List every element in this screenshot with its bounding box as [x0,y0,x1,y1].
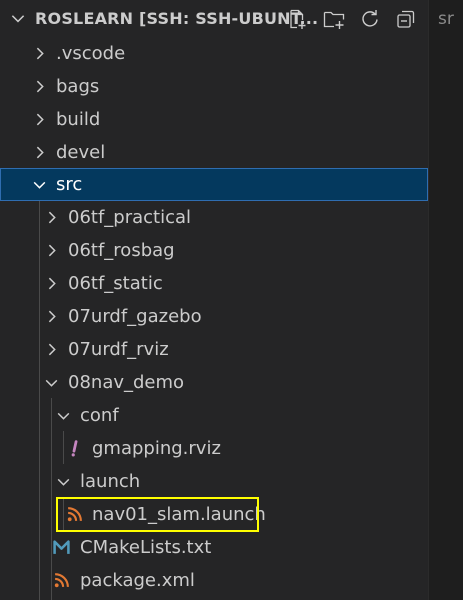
chevron-right-icon [36,47,44,60]
chevron-down-icon[interactable] [9,9,27,27]
tree-item-gmapping-rviz[interactable]: gmapping.rviz [0,432,428,465]
chevron-right-icon [48,211,56,224]
rss-icon [54,573,69,588]
tree-item-label: conf [80,405,119,426]
tree-item-label: 06tf_practical [68,207,192,228]
tree-item-07urdf-gazebo[interactable]: 07urdf_gazebo [0,300,428,333]
tree-item-build[interactable]: build [0,103,428,136]
explorer-header[interactable]: ROSLEARN [SSH: SSH-UBUNT... [0,0,428,37]
tree-item-label: 06tf_rosbag [68,240,175,261]
tree-item-bags[interactable]: bags [0,70,428,103]
chevron-right-icon [48,277,56,290]
tree-item-label: 07urdf_gazebo [68,306,202,327]
tree-item-06tf-practical[interactable]: 06tf_practical [0,201,428,234]
tree-item-label: src [56,174,83,195]
tree-item-label: CMakeLists.txt [80,537,212,558]
new-folder-icon [323,11,345,29]
tree-item-label: launch [80,471,141,492]
tree-item-cmakelists[interactable]: CMakeLists.txt [0,531,428,564]
chevron-down-icon [33,181,46,189]
tree-item-07urdf-rviz[interactable]: 07urdf_rviz [0,333,428,366]
editor-area[interactable]: sr [428,0,463,600]
tree-item-06tf-static[interactable]: 06tf_static [0,267,428,300]
new-folder-button[interactable] [321,6,347,32]
new-file-icon [290,9,306,29]
chevron-down-icon [57,412,70,420]
chevron-right-icon [36,80,44,93]
tree-item-label: gmapping.rviz [92,438,221,459]
collapse-all-button[interactable] [393,6,419,32]
chevron-right-icon [48,244,56,257]
exclamation-icon [71,440,78,457]
tree-item-label: package.xml [80,570,195,591]
tree-item-vscode[interactable]: .vscode [0,37,428,70]
explorer-panel: ROSLEARN [SSH: SSH-UBUNT... .vscode bags… [0,0,428,600]
tree-item-06tf-rosbag[interactable]: 06tf_rosbag [0,234,428,267]
highlight-box [56,497,259,532]
new-file-button[interactable] [284,6,310,32]
cmake-m-icon [53,540,70,554]
workspace-title: ROSLEARN [SSH: SSH-UBUNT... [35,9,319,28]
tree-item-launch[interactable]: launch [0,465,428,498]
tree-item-label: 07urdf_rviz [68,339,169,360]
tree-item-label: build [56,109,101,130]
tree-item-label: 08nav_demo [68,372,185,393]
refresh-icon [362,10,378,27]
chevron-down-icon [45,379,58,387]
tree-item-devel[interactable]: devel [0,136,428,169]
tree-item-conf[interactable]: conf [0,399,428,432]
tree-item-08nav-demo[interactable]: 08nav_demo [0,366,428,399]
refresh-button[interactable] [357,6,383,32]
chevron-right-icon [48,310,56,323]
tree-item-label: 06tf_static [68,273,163,294]
chevron-right-icon [36,113,44,126]
chevron-right-icon [36,146,44,159]
tree-item-label: bags [56,76,100,97]
chevron-right-icon [48,343,56,356]
collapse-all-icon [397,10,415,28]
tree-item-label: .vscode [56,43,126,64]
chevron-down-icon [57,478,70,486]
tree-item-src[interactable]: src [0,168,428,201]
tree-item-label: devel [56,142,106,163]
tree-item-package-xml[interactable]: package.xml [0,564,428,597]
editor-tab-label[interactable]: sr [438,9,454,29]
